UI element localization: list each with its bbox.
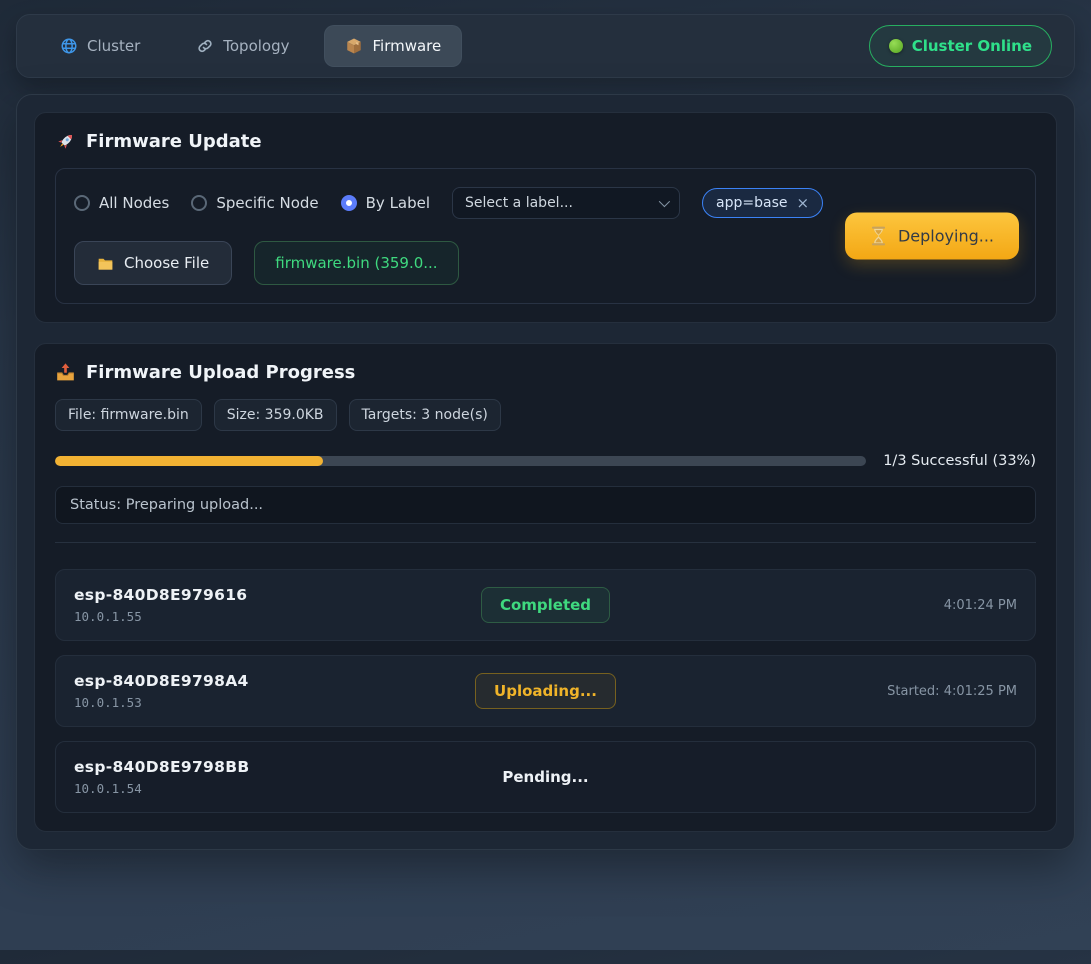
node-identity: esp-840D8E9798A4 10.0.1.53	[74, 672, 475, 710]
file-row: Choose File firmware.bin (359.0...	[74, 241, 835, 285]
radio-circle	[74, 195, 90, 211]
selected-file-label: firmware.bin (359.0...	[275, 254, 437, 272]
progress-fill	[55, 456, 323, 466]
green-dot-icon	[889, 39, 903, 53]
status-box: Status: Preparing upload...	[55, 486, 1036, 524]
globe-icon	[60, 37, 78, 55]
tab-label: Firmware	[372, 37, 441, 55]
node-name: esp-840D8E979616	[74, 586, 481, 604]
label-select-dropdown[interactable]: Select a label...	[452, 187, 680, 219]
firmware-update-title: Firmware Update	[55, 131, 1036, 152]
node-ip: 10.0.1.53	[74, 695, 475, 710]
firmware-update-form: All Nodes Specific Node By Label Select …	[55, 168, 1036, 304]
upload-progress-title: Firmware Upload Progress	[55, 362, 1036, 383]
node-row: esp-840D8E9798A4 10.0.1.53 Uploading... …	[55, 655, 1036, 727]
radio-by-label[interactable]: By Label	[341, 194, 430, 212]
divider	[55, 542, 1036, 543]
size-badge: Size: 359.0KB	[214, 399, 337, 431]
upload-tray-icon	[55, 362, 76, 383]
node-identity: esp-840D8E979616 10.0.1.55	[74, 586, 481, 624]
label-tag-text: app=base	[716, 195, 787, 211]
firmware-update-title-text: Firmware Update	[86, 131, 262, 152]
node-row: esp-840D8E9798BB 10.0.1.54 Pending...	[55, 741, 1036, 813]
progress-row: 1/3 Successful (33%)	[55, 453, 1036, 469]
main-content: Firmware Update All Nodes Specific Node …	[16, 94, 1075, 850]
rocket-icon	[55, 131, 76, 152]
node-timestamp: 4:01:24 PM	[944, 598, 1017, 613]
radio-label: Specific Node	[216, 194, 318, 212]
cluster-status-label: Cluster Online	[912, 37, 1032, 55]
chevron-down-icon	[659, 196, 670, 207]
target-mode-row: All Nodes Specific Node By Label Select …	[74, 187, 835, 219]
node-identity: esp-840D8E9798BB 10.0.1.54	[74, 758, 483, 796]
nav-tabs: Cluster Topology Firmware	[39, 25, 462, 67]
upload-progress-panel: Firmware Upload Progress File: firmware.…	[34, 343, 1057, 832]
remove-tag-icon[interactable]: ×	[797, 196, 810, 211]
node-timestamp: Started: 4:01:25 PM	[887, 684, 1017, 699]
node-ip: 10.0.1.55	[74, 609, 481, 624]
file-badge: File: firmware.bin	[55, 399, 202, 431]
firmware-update-panel: Firmware Update All Nodes Specific Node …	[34, 112, 1057, 323]
node-ip: 10.0.1.54	[74, 781, 483, 796]
radio-specific-node[interactable]: Specific Node	[191, 194, 318, 212]
tab-firmware[interactable]: Firmware	[324, 25, 462, 67]
nav-right: Cluster Online	[869, 25, 1052, 67]
folder-icon	[97, 256, 114, 271]
deploy-button[interactable]: Deploying...	[845, 213, 1019, 260]
radio-circle	[191, 195, 207, 211]
tab-label: Cluster	[87, 37, 140, 55]
top-nav: Cluster Topology Firmware Cluster Online	[16, 14, 1075, 78]
choose-file-label: Choose File	[124, 254, 209, 272]
radio-label: All Nodes	[99, 194, 169, 212]
radio-all-nodes[interactable]: All Nodes	[74, 194, 169, 212]
tab-label: Topology	[223, 37, 289, 55]
tab-topology[interactable]: Topology	[175, 25, 310, 67]
selected-file-button[interactable]: firmware.bin (359.0...	[254, 241, 458, 285]
node-row: esp-840D8E979616 10.0.1.55 Completed 4:0…	[55, 569, 1036, 641]
node-status: Pending...	[483, 759, 607, 795]
cluster-status-badge: Cluster Online	[869, 25, 1052, 67]
tab-cluster[interactable]: Cluster	[39, 25, 161, 67]
progress-bar	[55, 456, 866, 466]
node-name: esp-840D8E9798A4	[74, 672, 475, 690]
status-text: Status: Preparing upload...	[70, 497, 263, 513]
meta-badges: File: firmware.bin Size: 359.0KB Targets…	[55, 399, 1036, 431]
radio-circle	[341, 195, 357, 211]
radio-label: By Label	[366, 194, 430, 212]
status-badge: Completed	[481, 587, 610, 623]
node-name: esp-840D8E9798BB	[74, 758, 483, 776]
link-icon	[196, 37, 214, 55]
node-status: Uploading...	[475, 673, 616, 709]
status-badge: Uploading...	[475, 673, 616, 709]
status-badge: Pending...	[483, 759, 607, 795]
node-status: Completed	[481, 587, 610, 623]
deploy-button-label: Deploying...	[898, 227, 994, 246]
hourglass-icon	[870, 227, 887, 246]
targets-badge: Targets: 3 node(s)	[349, 399, 501, 431]
node-list: esp-840D8E979616 10.0.1.55 Completed 4:0…	[55, 569, 1036, 813]
package-icon	[345, 37, 363, 55]
label-select-placeholder: Select a label...	[465, 195, 573, 211]
progress-label: 1/3 Successful (33%)	[883, 453, 1036, 469]
upload-progress-title-text: Firmware Upload Progress	[86, 362, 355, 383]
label-tag: app=base ×	[702, 188, 823, 218]
choose-file-button[interactable]: Choose File	[74, 241, 232, 285]
